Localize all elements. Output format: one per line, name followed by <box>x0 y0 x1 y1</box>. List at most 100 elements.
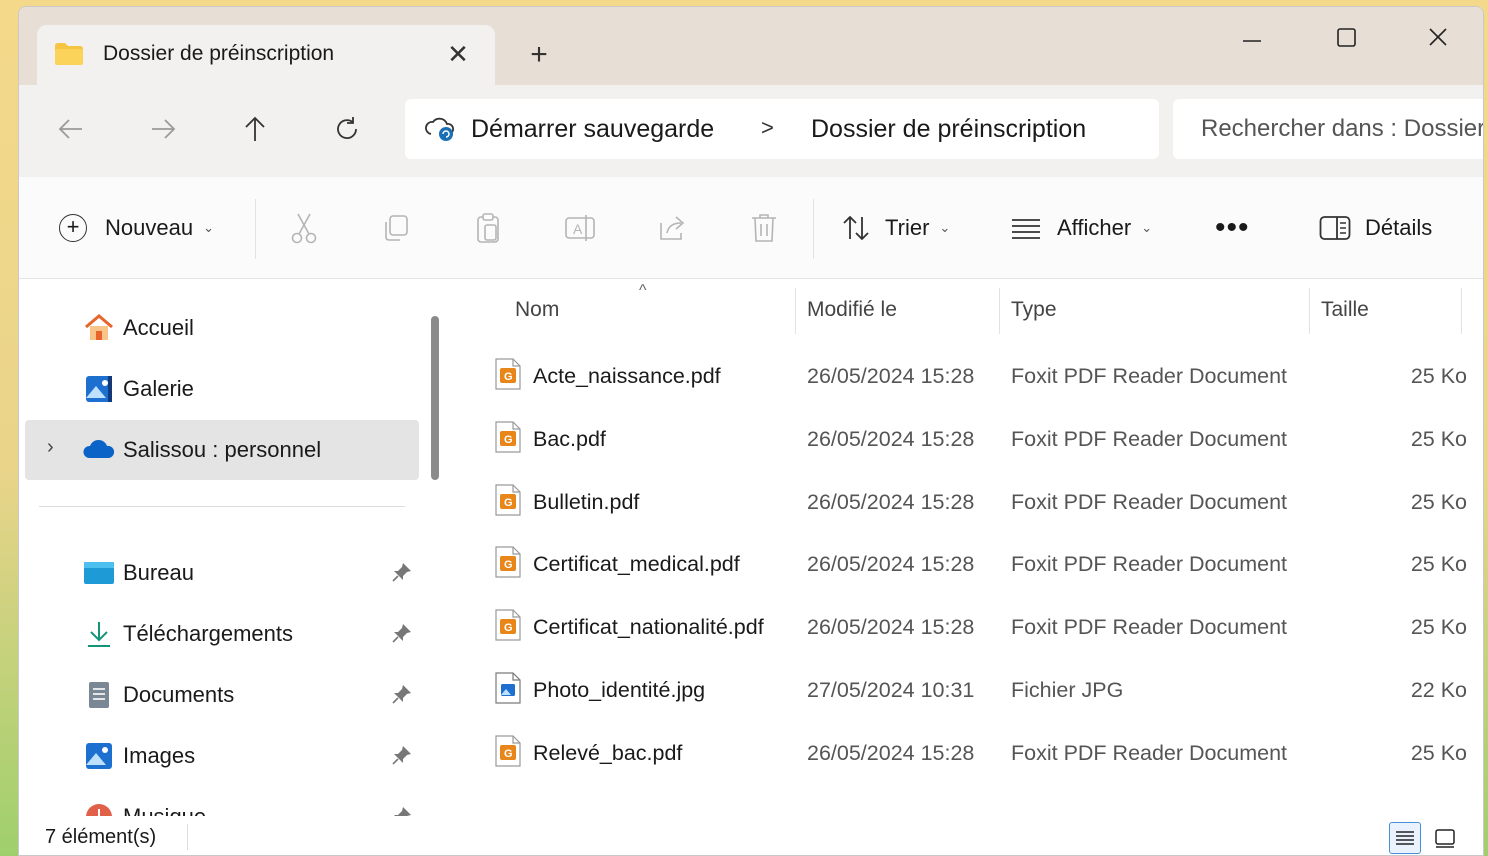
sort-button[interactable]: Trier ⌄ <box>841 177 950 279</box>
table-row[interactable]: G Certificat_medical.pdf 26/05/2024 15:28 F… <box>453 532 1483 594</box>
file-size: 25 Ko <box>1410 489 1467 514</box>
details-view-icon <box>1396 831 1414 845</box>
table-row[interactable]: G Acte_naissance.pdf 26/05/2024 15:28 Foxit… <box>453 344 1483 406</box>
column-divider[interactable] <box>795 288 796 334</box>
search-box[interactable]: Rechercher dans : Dossier de préinscript… <box>1173 99 1483 159</box>
file-name[interactable]: Acte_naissance.pdf <box>533 364 721 389</box>
maximize-button[interactable] <box>1321 17 1371 57</box>
command-bar: + Nouveau ⌄ A Trier ⌄ Afficher ⌄ ••• Dét… <box>19 177 1483 279</box>
svg-text:G: G <box>504 497 513 509</box>
file-name[interactable]: Bulletin.pdf <box>533 490 639 515</box>
plus-icon: + <box>59 214 87 242</box>
file-type: Fichier JPG <box>1011 678 1124 702</box>
onedrive-cloud-icon <box>83 434 115 466</box>
file-name[interactable]: Relevé_bac.pdf <box>533 741 682 766</box>
chevron-right-icon[interactable]: › <box>47 436 54 459</box>
column-divider[interactable] <box>1461 288 1462 334</box>
close-tab-icon[interactable]: ✕ <box>441 37 475 71</box>
details-pane-button[interactable]: Détails <box>1319 177 1432 279</box>
pdf-icon: G <box>495 735 521 767</box>
file-type: Foxit PDF Reader Document <box>1011 740 1288 765</box>
tab-dossier[interactable]: Dossier de préinscription ✕ <box>37 25 495 85</box>
table-row[interactable]: G Relevé_bac.pdf 26/05/2024 15:28 Foxit PDF… <box>453 721 1483 783</box>
file-type: Foxit PDF Reader Document <box>1011 552 1288 577</box>
file-type: Foxit PDF Reader Document <box>1011 426 1288 451</box>
desktop-icon <box>83 557 115 589</box>
file-name[interactable]: Photo_identité.jpg <box>533 678 705 703</box>
sidebar-item-accueil[interactable]: Accueil <box>25 298 419 358</box>
breadcrumb[interactable]: Démarrer sauvegarde > Dossier de préinsc… <box>405 99 1159 159</box>
sidebar-item-onedrive[interactable]: › Salissou : personnel <box>25 420 419 480</box>
column-divider[interactable] <box>999 288 1000 334</box>
new-label: Nouveau <box>105 215 194 240</box>
forward-button[interactable] <box>141 107 185 151</box>
details-view-toggle[interactable] <box>1389 822 1421 854</box>
file-explorer-window: Dossier de préinscription ✕ + Démarrer s… <box>18 6 1484 856</box>
more-options-button[interactable]: ••• <box>1215 177 1250 279</box>
minimize-button[interactable] <box>1227 17 1277 57</box>
back-button[interactable] <box>49 107 93 151</box>
file-name[interactable]: Certificat_medical.pdf <box>533 552 740 577</box>
file-type: Foxit PDF Reader Document <box>1011 615 1288 640</box>
sidebar-item-galerie[interactable]: Galerie <box>25 359 419 419</box>
refresh-button[interactable] <box>325 107 369 151</box>
pin-icon[interactable] <box>391 805 413 816</box>
table-row[interactable]: G Certificat_nationalité.pdf 26/05/2024 15… <box>453 595 1483 657</box>
close-window-button[interactable] <box>1413 17 1463 57</box>
file-modified: 26/05/2024 15:28 <box>807 740 975 765</box>
sidebar-item-label: Téléchargements <box>123 621 293 646</box>
sidebar-item-label: Documents <box>123 682 235 707</box>
svg-text:G: G <box>504 559 513 571</box>
file-list: ^ Nom Modifié le Type Taille G Acte_naiss… <box>453 280 1483 816</box>
column-divider[interactable] <box>1309 288 1310 334</box>
search-input[interactable]: Rechercher dans : Dossier de préinscript… <box>1201 115 1483 143</box>
pin-icon[interactable] <box>391 683 413 705</box>
breadcrumb-item-dossier[interactable]: Dossier de préinscription <box>811 115 1086 144</box>
chevron-right-icon[interactable]: > <box>761 115 774 141</box>
rename-icon[interactable]: A <box>563 211 597 245</box>
pin-icon[interactable] <box>391 561 413 583</box>
status-bar: 7 élément(s) <box>19 816 1483 855</box>
navigation-pane: Accueil Galerie › Salissou : personnel B… <box>19 280 453 816</box>
new-tab-button[interactable]: + <box>521 37 557 73</box>
new-button[interactable]: + Nouveau ⌄ <box>59 177 214 279</box>
breadcrumb-item-sauvegarde[interactable]: Démarrer sauvegarde <box>471 115 714 144</box>
column-header-type[interactable]: Type <box>1011 280 1057 334</box>
cut-icon[interactable] <box>287 211 321 245</box>
sidebar-scrollbar[interactable] <box>431 316 439 480</box>
pdf-icon: G <box>495 609 521 641</box>
sidebar-item-label: Musique <box>123 804 206 816</box>
file-size: 25 Ko <box>1410 552 1467 577</box>
file-size: 22 Ko <box>1410 678 1467 702</box>
pin-icon[interactable] <box>391 744 413 766</box>
pdf-icon: G <box>495 358 521 390</box>
details-label: Détails <box>1365 215 1433 240</box>
table-row[interactable]: Photo_identité.jpg 27/05/2024 10:31 Fichie… <box>453 658 1483 720</box>
divider <box>39 506 405 507</box>
file-name[interactable]: Certificat_nationalité.pdf <box>533 615 764 640</box>
file-modified: 26/05/2024 15:28 <box>807 552 975 577</box>
sidebar-item-label: Bureau <box>123 560 194 585</box>
share-icon[interactable] <box>655 211 689 245</box>
file-modified: 27/05/2024 10:31 <box>807 678 975 702</box>
column-header-name[interactable]: Nom <box>515 280 559 334</box>
sidebar-item-bureau[interactable]: Bureau <box>25 543 419 603</box>
sidebar-item-documents[interactable]: Documents <box>25 665 419 725</box>
table-row[interactable]: G Bulletin.pdf 26/05/2024 15:28 Foxit PDF R… <box>453 470 1483 532</box>
copy-icon[interactable] <box>379 211 413 245</box>
large-icons-view-toggle[interactable] <box>1429 822 1461 854</box>
large-icons-view-icon <box>1435 829 1455 848</box>
table-row[interactable]: G Bac.pdf 26/05/2024 15:28 Foxit PDF Reader… <box>453 407 1483 469</box>
up-button[interactable] <box>233 107 277 151</box>
column-header-size[interactable]: Taille <box>1321 280 1369 334</box>
pin-icon[interactable] <box>391 622 413 644</box>
column-header-modified[interactable]: Modifié le <box>807 280 897 334</box>
paste-icon[interactable] <box>471 211 505 245</box>
sidebar-item-musique[interactable]: Musique <box>25 787 419 816</box>
svg-text:A: A <box>573 221 583 237</box>
view-button[interactable]: Afficher ⌄ <box>1011 177 1152 279</box>
delete-icon[interactable] <box>747 211 781 245</box>
sidebar-item-telechargements[interactable]: Téléchargements <box>25 604 419 664</box>
file-name[interactable]: Bac.pdf <box>533 427 606 452</box>
sidebar-item-images[interactable]: Images <box>25 726 419 786</box>
